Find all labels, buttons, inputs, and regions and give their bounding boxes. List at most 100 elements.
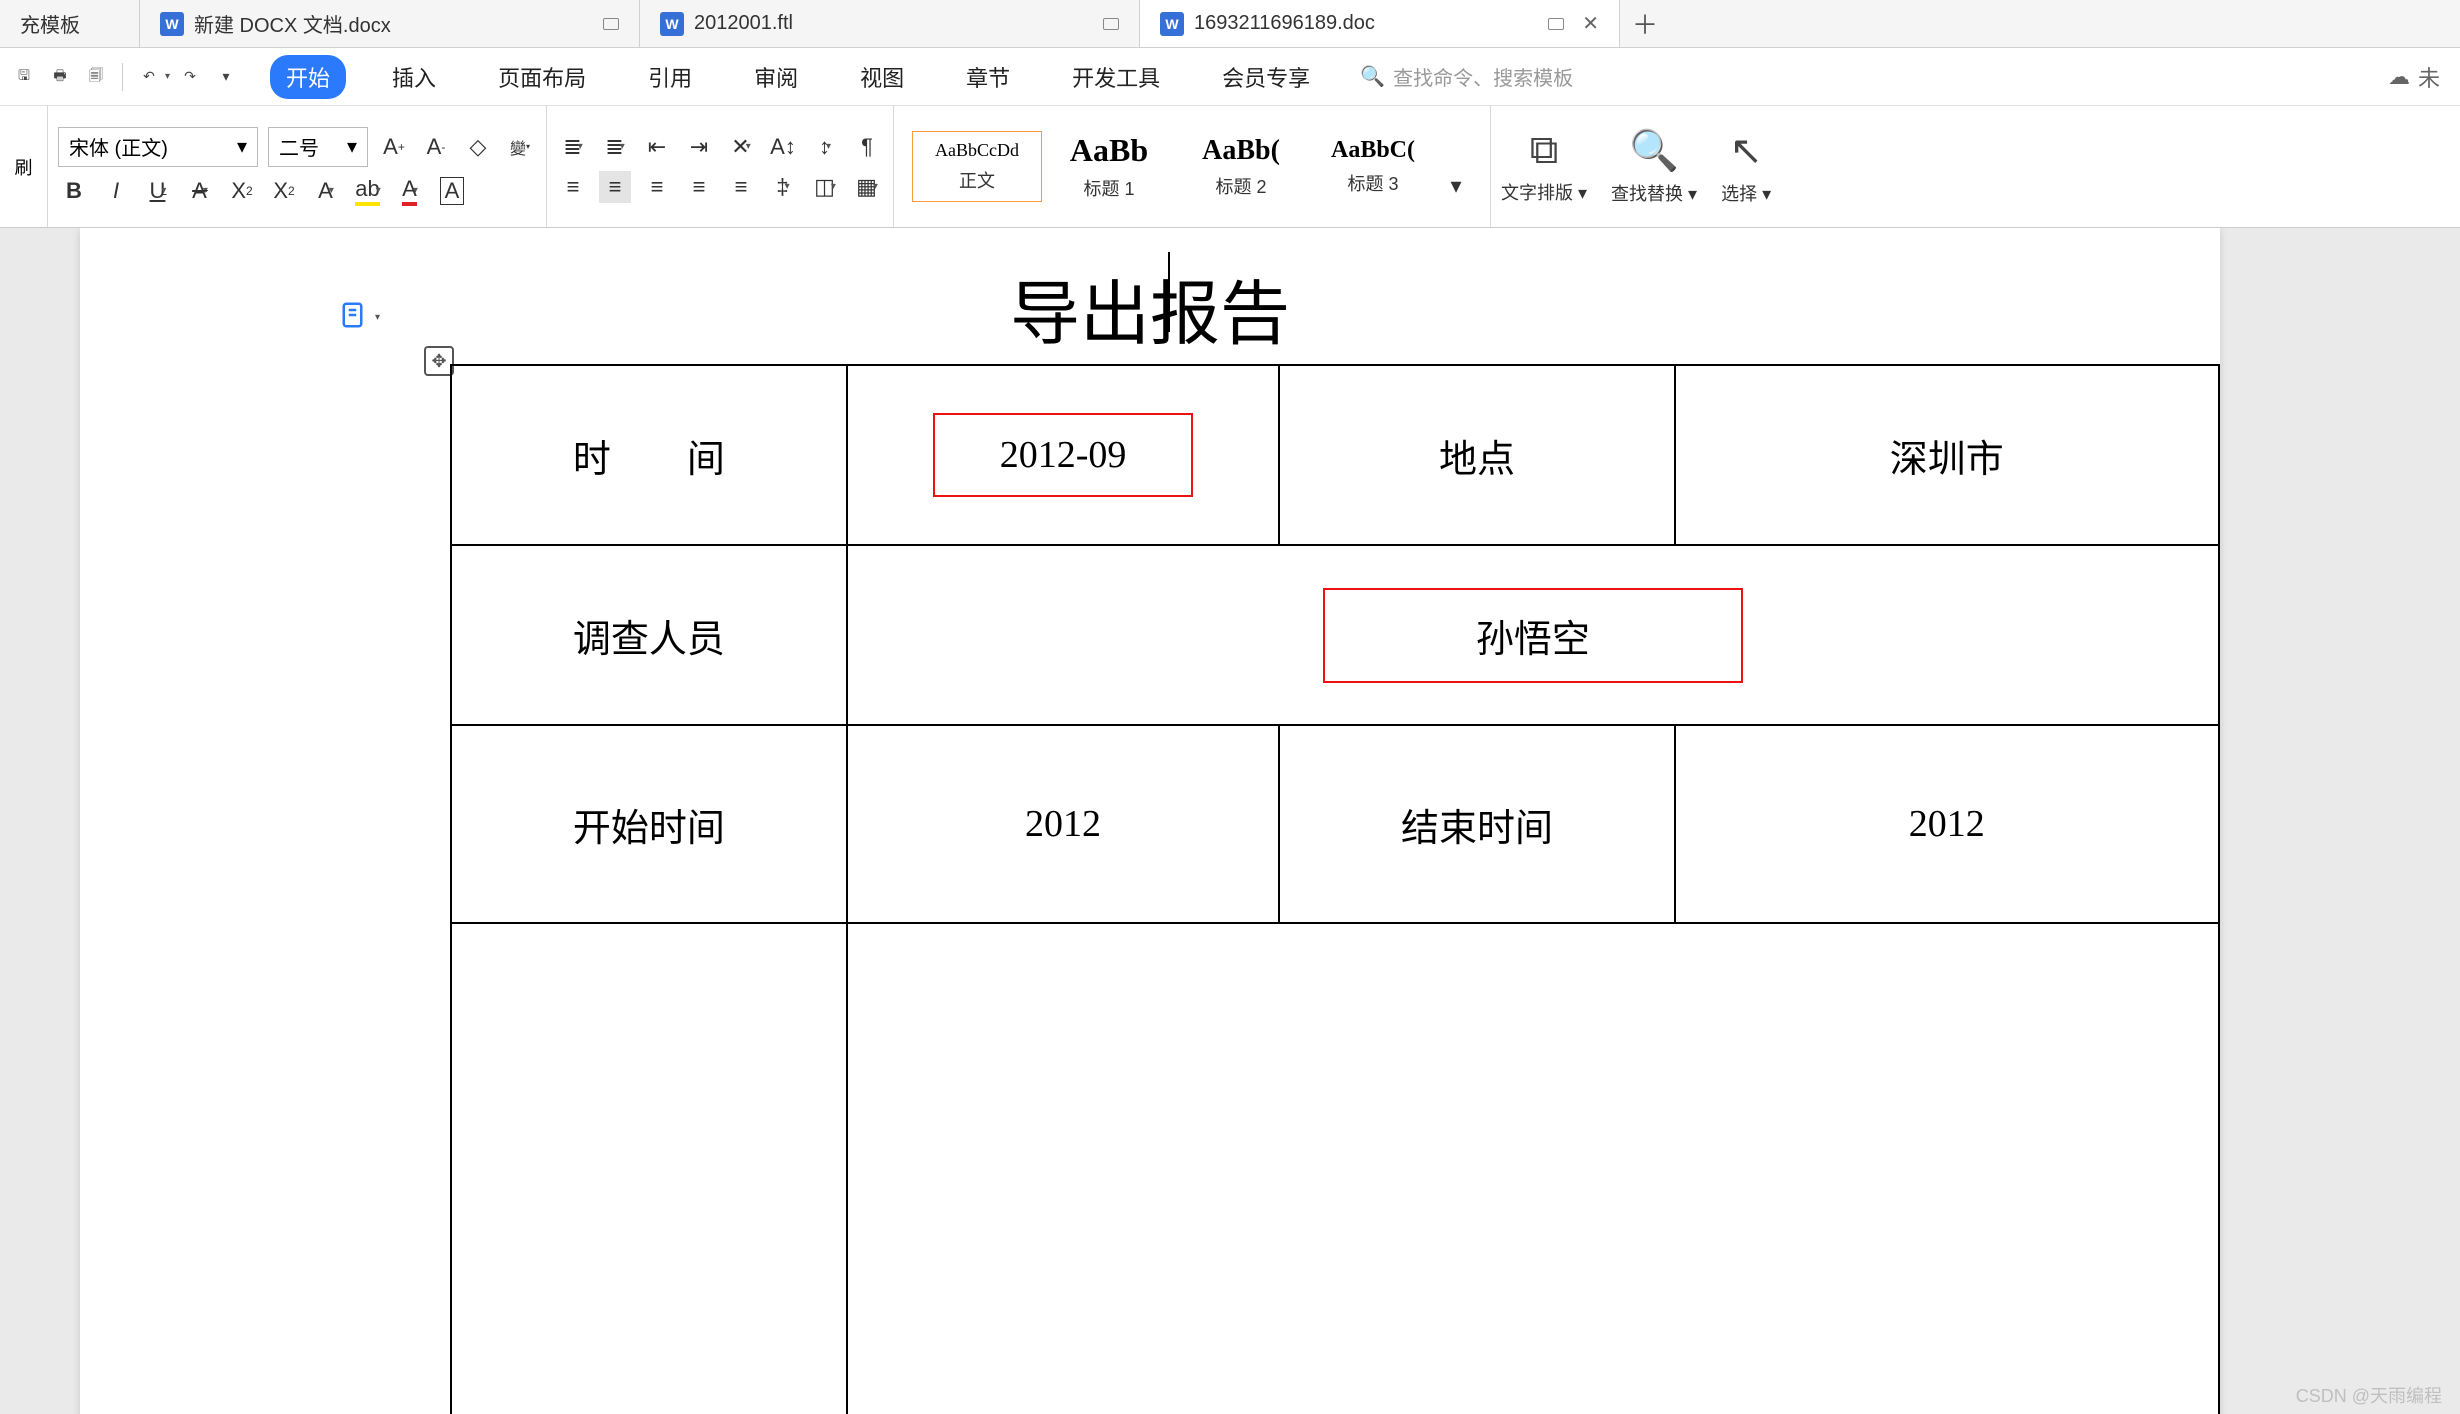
cell-end-value[interactable]: 2012 — [1675, 725, 2219, 923]
decrease-indent-icon[interactable]: ⇤ — [641, 131, 673, 163]
borders-icon[interactable]: ▦▾ — [851, 171, 883, 203]
highlight-icon[interactable]: ab▾ — [352, 175, 384, 207]
find-replace-button[interactable]: 🔍 查找替换 ▾ — [1611, 127, 1697, 206]
cell-empty-label[interactable] — [451, 923, 847, 1414]
cell-place-value[interactable]: 深圳市 — [1675, 365, 2219, 545]
document-canvas[interactable]: ▾ ✥ 导出报告 时 间 2012-09 地点 深圳市 调查人员 孙悟空 开始时… — [0, 228, 2460, 1414]
style-heading1[interactable]: AaBb 标题 1 — [1044, 131, 1174, 202]
style-label: 标题 1 — [1083, 175, 1134, 201]
tab-label: 充模板 — [20, 9, 119, 38]
window-icon — [1548, 18, 1564, 30]
tab-chapter[interactable]: 章节 — [950, 55, 1026, 99]
tab-references[interactable]: 引用 — [632, 55, 708, 99]
asian-layout-icon[interactable]: ✕▾ — [725, 131, 757, 163]
tab-doc-1[interactable]: W 新建 DOCX 文档.docx — [140, 0, 640, 47]
group-font: 宋体 (正文)▾ 二号▾ A+ A- ◇ 變▾ B I U▾ A▾ X2 X2 … — [48, 106, 547, 227]
chevron-down-icon: ▾ — [237, 134, 247, 159]
cloud-text: 未 — [2418, 61, 2440, 93]
tab-home[interactable]: 开始 — [270, 55, 346, 99]
show-marks-icon[interactable]: ¶ — [851, 131, 883, 163]
page[interactable]: ▾ ✥ 导出报告 时 间 2012-09 地点 深圳市 调查人员 孙悟空 开始时… — [80, 228, 2220, 1414]
report-table[interactable]: 时 间 2012-09 地点 深圳市 调查人员 孙悟空 开始时间 2012 结束… — [450, 364, 2220, 1414]
shrink-font-icon[interactable]: A- — [420, 131, 452, 163]
tab-member[interactable]: 会员专享 — [1206, 55, 1326, 99]
tab-label: 2012001.ftl — [694, 12, 793, 35]
text-direction-icon[interactable]: A↕ — [767, 131, 799, 163]
style-heading2[interactable]: AaBb( 标题 2 — [1176, 131, 1306, 202]
style-heading3[interactable]: AaBbC( 标题 3 — [1308, 131, 1438, 202]
redo-icon[interactable]: ↷ — [174, 61, 206, 93]
align-center-icon[interactable]: ≡ — [599, 171, 631, 203]
cell-start-value[interactable]: 2012 — [847, 725, 1280, 923]
cell-start-label[interactable]: 开始时间 — [451, 725, 847, 923]
command-search[interactable]: 🔍 查找命令、搜索模板 — [1360, 62, 1573, 91]
grow-font-icon[interactable]: A+ — [378, 131, 410, 163]
style-normal[interactable]: AaBbCcDd 正文 — [912, 131, 1042, 202]
tab-doc-2[interactable]: W 2012001.ftl — [640, 0, 1140, 47]
tab-view[interactable]: 视图 — [844, 55, 920, 99]
new-tab-button[interactable]: ＋ — [1620, 0, 1670, 47]
align-right-icon[interactable]: ≡ — [641, 171, 673, 203]
search-icon: 🔍 — [1629, 127, 1679, 174]
underline-icon[interactable]: U▾ — [142, 175, 174, 207]
cell-time-label[interactable]: 时 间 — [451, 365, 847, 545]
font-name-value: 宋体 (正文) — [69, 132, 168, 161]
strikethrough-icon[interactable]: A▾ — [184, 175, 216, 207]
cell-investigator-value[interactable]: 孙悟空 — [847, 545, 2219, 725]
justify-icon[interactable]: ≡ — [683, 171, 715, 203]
increase-indent-icon[interactable]: ⇥ — [683, 131, 715, 163]
save-icon[interactable]: 🖫 — [8, 61, 40, 93]
tab-page-layout[interactable]: 页面布局 — [482, 55, 602, 99]
bold-icon[interactable]: B — [58, 175, 90, 207]
numbering-icon[interactable]: ≣▾ — [599, 131, 631, 163]
toolbar-options-icon[interactable]: ▾ — [210, 61, 242, 93]
align-left-icon[interactable]: ≡ — [557, 171, 589, 203]
print-icon[interactable]: 🖶 — [44, 61, 76, 93]
tab-insert[interactable]: 插入 — [376, 55, 452, 99]
group-paragraph: ≣▾ ≣▾ ⇤ ⇥ ✕▾ A↕ ↕▾ ¶ ≡ ≡ ≡ ≡ ≡ ‡▾ ◫▾ ▦▾ — [547, 106, 894, 227]
cursor-icon: ↖ — [1729, 128, 1763, 174]
italic-icon[interactable]: I — [100, 175, 132, 207]
window-icon — [1103, 18, 1119, 30]
tab-review[interactable]: 审阅 — [738, 55, 814, 99]
styles-more-icon[interactable]: ▾ — [1440, 170, 1472, 202]
text-effects-icon[interactable]: A▾ — [310, 175, 342, 207]
cell-time-value[interactable]: 2012-09 — [847, 365, 1280, 545]
character-border-icon[interactable]: A — [436, 175, 468, 207]
tool-label: 选择 — [1721, 184, 1757, 204]
cell-investigator-label[interactable]: 调查人员 — [451, 545, 847, 725]
group-styles: AaBbCcDd 正文 AaBb 标题 1 AaBb( 标题 2 AaBbC( … — [894, 106, 1491, 227]
font-size-select[interactable]: 二号▾ — [268, 127, 368, 167]
phonetic-guide-icon[interactable]: 變▾ — [504, 131, 536, 163]
window-icon — [603, 18, 619, 30]
chevron-down-icon[interactable]: ▾ — [165, 71, 170, 82]
font-color-icon[interactable]: A▾ — [394, 175, 426, 207]
bullets-icon[interactable]: ≣▾ — [557, 131, 589, 163]
font-name-select[interactable]: 宋体 (正文) ▾ — [58, 127, 258, 167]
cell-place-label[interactable]: 地点 — [1279, 365, 1674, 545]
cell-empty-body[interactable] — [847, 923, 2219, 1414]
select-button[interactable]: ↖ 选择 ▾ — [1721, 128, 1771, 206]
word-icon: W — [1160, 12, 1184, 36]
cell-end-label[interactable]: 结束时间 — [1279, 725, 1674, 923]
tab-doc-3[interactable]: W 1693211696189.doc ✕ — [1140, 0, 1620, 47]
clear-format-icon[interactable]: ◇ — [462, 131, 494, 163]
distribute-icon[interactable]: ≡ — [725, 171, 757, 203]
tab-devtools[interactable]: 开发工具 — [1056, 55, 1176, 99]
tab-templates[interactable]: 充模板 — [0, 0, 140, 47]
document-title[interactable]: 导出报告 — [80, 258, 2220, 359]
preview-icon[interactable]: 🗐 — [80, 61, 112, 93]
line-spacing-icon[interactable]: ‡▾ — [767, 171, 799, 203]
superscript-icon[interactable]: X2 — [226, 175, 258, 207]
text-layout-button[interactable]: ⧉ 文字排版 ▾ — [1501, 128, 1587, 205]
undo-icon[interactable]: ↶ — [133, 61, 165, 93]
cloud-status[interactable]: ☁ 未 — [2388, 61, 2452, 93]
style-preview: AaBb( — [1202, 135, 1280, 167]
subscript-icon[interactable]: X2 — [268, 175, 300, 207]
text-layout-icon: ⧉ — [1530, 128, 1559, 173]
format-painter-label[interactable]: 刷 — [15, 154, 33, 180]
shading-icon[interactable]: ◫▾ — [809, 171, 841, 203]
sort-icon[interactable]: ↕▾ — [809, 131, 841, 163]
menu-bar: 🖫 🖶 🗐 ↶ ▾ ↷ ▾ 开始 插入 页面布局 引用 审阅 视图 章节 开发工… — [0, 48, 2460, 106]
close-icon[interactable]: ✕ — [1582, 11, 1599, 36]
